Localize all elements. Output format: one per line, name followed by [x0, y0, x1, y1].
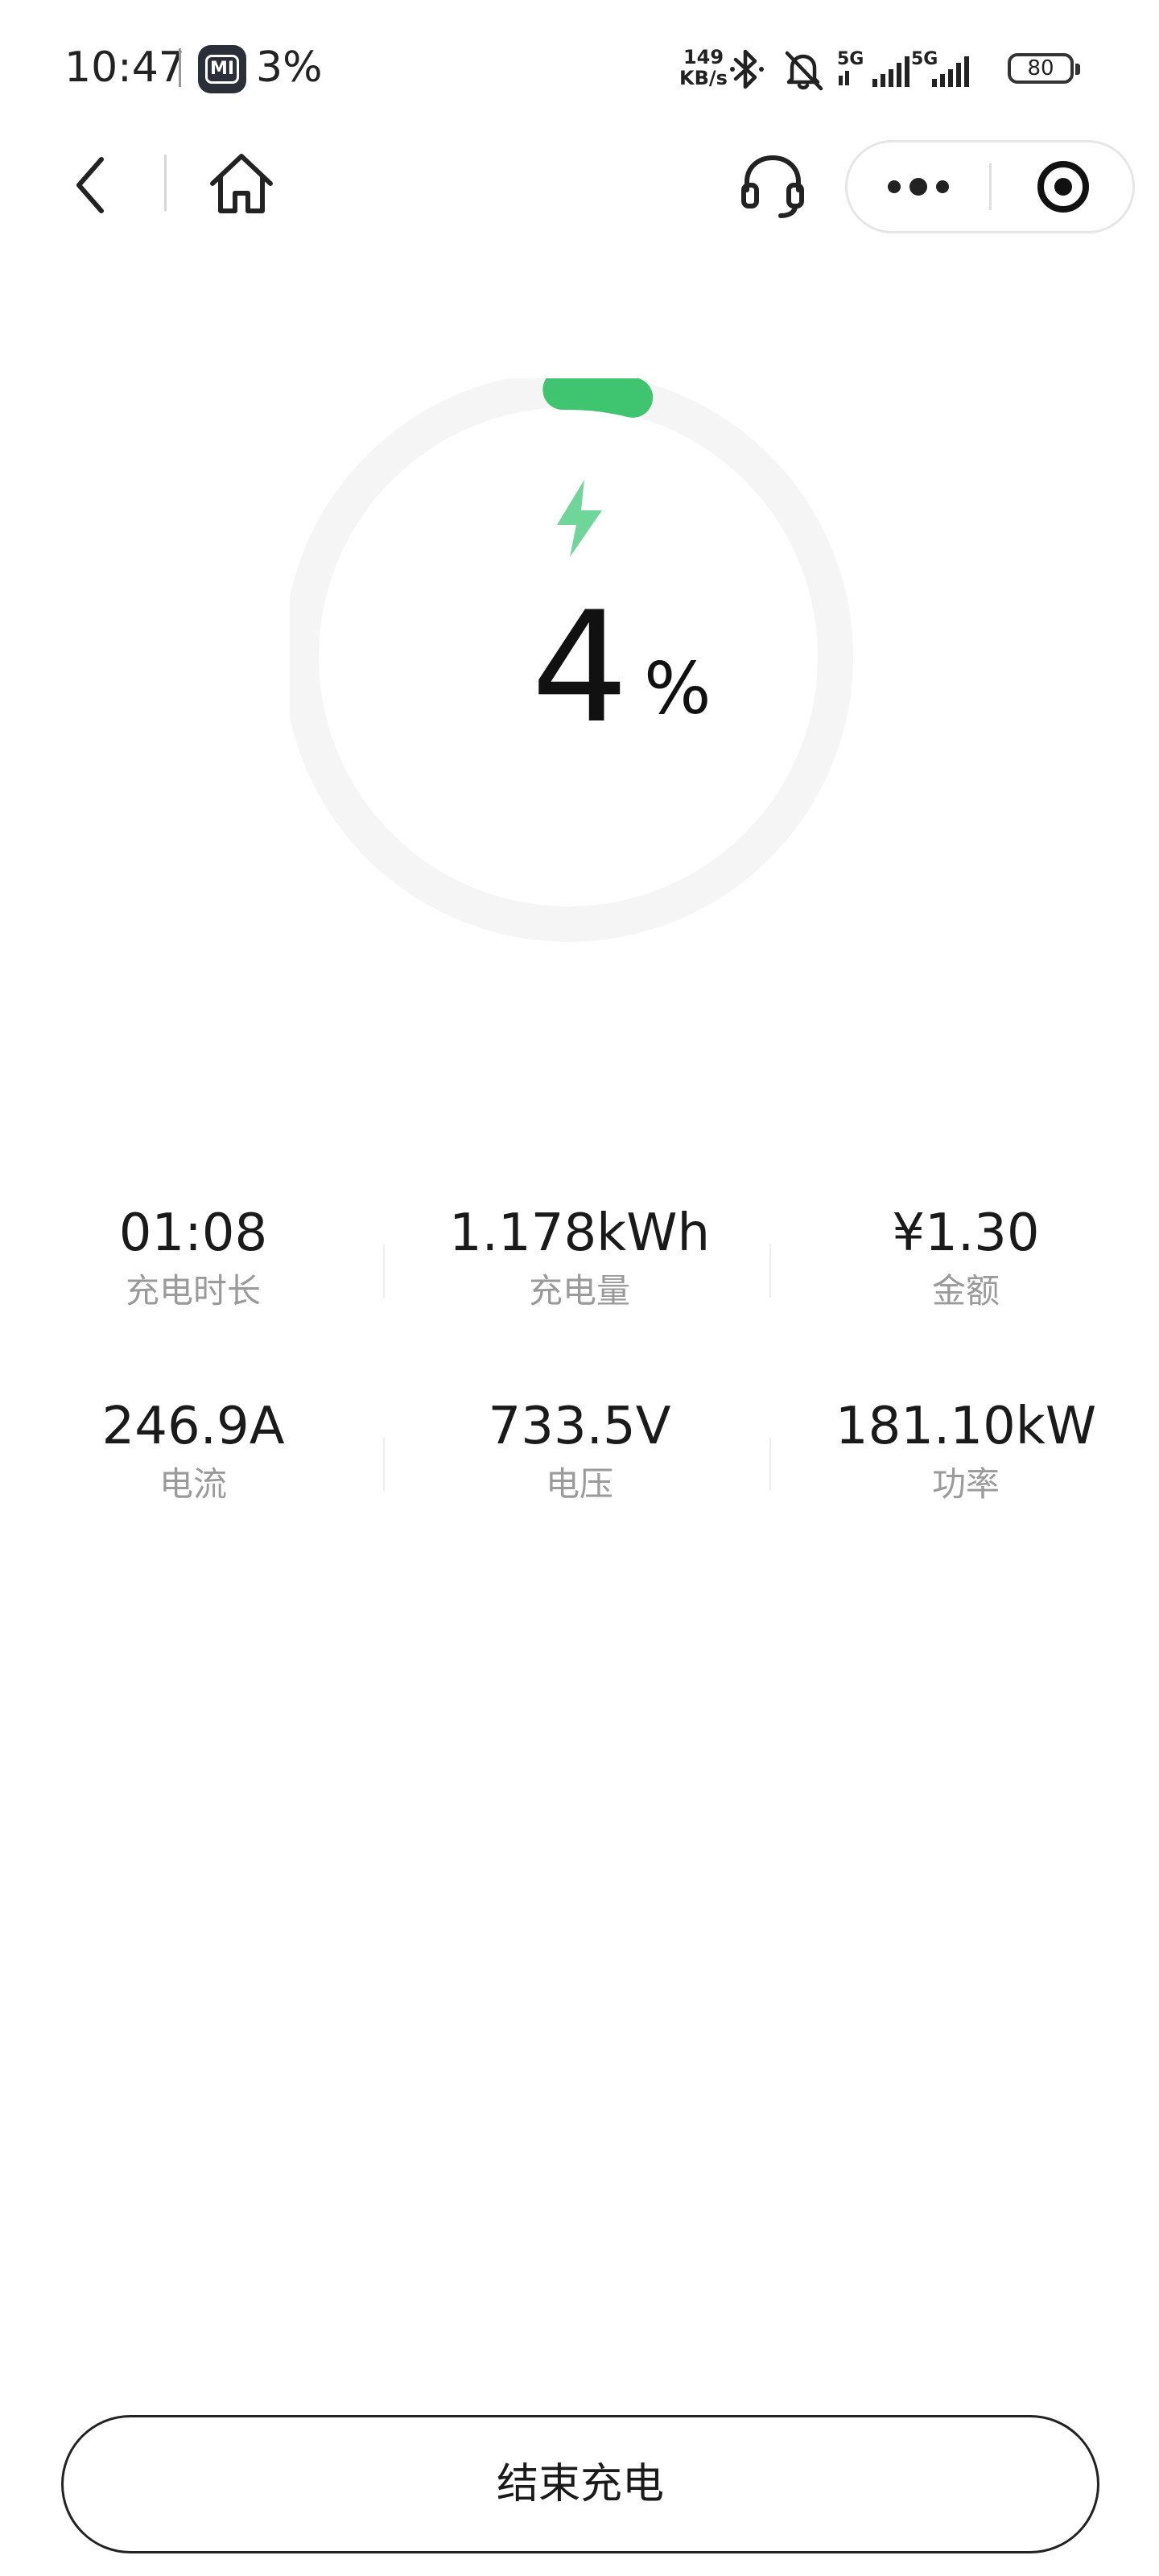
stat-voltage: 733.5V 电压 [386, 1393, 773, 1509]
more-button[interactable] [848, 142, 989, 231]
signal-icon: 5G [837, 49, 909, 87]
home-icon [210, 154, 273, 213]
stat-label: 电压 [545, 1464, 613, 1504]
stat-value: 246.9A [101, 1397, 285, 1456]
capsule-divider [989, 163, 992, 210]
mini-program-capsule [845, 140, 1135, 233]
app-icon-label: MI [205, 55, 239, 84]
back-button[interactable] [61, 145, 126, 225]
signal-icon-2: 5G [911, 49, 969, 87]
headset-icon [741, 155, 804, 218]
more-icon [888, 178, 949, 196]
stats-row: 01:08 充电时长 1.178kWh 充电量 ¥1.30 金额 [0, 1199, 1159, 1393]
network-speed-unit: KB/s [679, 67, 728, 89]
network-label-1: 5G [837, 49, 864, 69]
stat-value: 733.5V [488, 1397, 671, 1456]
battery-level: 80 [1027, 56, 1054, 80]
stat-charge-duration: 01:08 充电时长 [0, 1199, 386, 1315]
close-mini-program-button[interactable] [992, 142, 1134, 231]
stat-amount: ¥1.30 金额 [773, 1199, 1159, 1315]
status-divider [179, 48, 181, 87]
back-icon [76, 157, 104, 213]
battery-icon: 80 [1008, 53, 1080, 84]
network-speed-value: 149 [683, 46, 724, 68]
status-bar: 10:47 MI 3% 149 KB/s 5G 5G 80 [0, 0, 1159, 121]
nav-divider [164, 155, 167, 211]
customer-service-button[interactable] [732, 145, 813, 225]
stat-label: 电流 [159, 1464, 227, 1504]
stat-charge-energy: 1.178kWh 充电量 [386, 1199, 773, 1315]
stat-divider [769, 1438, 771, 1491]
target-icon [1037, 161, 1089, 213]
stat-value: ¥1.30 [892, 1203, 1040, 1263]
stat-current: 246.9A 电流 [0, 1393, 386, 1509]
stat-label: 金额 [931, 1271, 1000, 1311]
stats-row: 246.9A 电流 733.5V 电压 181.10kW 功率 [0, 1393, 1159, 1586]
stat-label: 充电量 [528, 1271, 630, 1311]
mute-bell-icon [785, 51, 823, 91]
charging-stats: 01:08 充电时长 1.178kWh 充电量 ¥1.30 金额 246.9A … [0, 1199, 1159, 1586]
progress-ring-fill [542, 378, 654, 418]
stat-label: 充电时长 [125, 1271, 261, 1311]
stat-divider [383, 1438, 385, 1491]
app-notification-icon: MI [198, 45, 246, 93]
status-time: 10:47 [64, 43, 185, 92]
stat-power: 181.10kW 功率 [773, 1393, 1159, 1509]
stat-value: 1.178kWh [448, 1203, 711, 1263]
stat-divider [383, 1245, 385, 1298]
lightning-icon [557, 480, 602, 557]
charge-percent-unit: % [644, 647, 711, 730]
stat-divider [769, 1245, 771, 1298]
stat-value: 01:08 [118, 1203, 268, 1263]
stat-value: 181.10kW [835, 1397, 1097, 1456]
network-label-2: 5G [911, 49, 938, 69]
stat-label: 功率 [931, 1464, 1000, 1504]
app-battery-percent: 3% [256, 43, 323, 92]
home-button[interactable] [201, 145, 282, 225]
end-charging-button[interactable]: 结束充电 [61, 2415, 1099, 2553]
bluetooth-icon [730, 49, 764, 89]
charge-percent-value: 4 [531, 579, 629, 757]
network-speed: 149 KB/s [671, 47, 736, 89]
